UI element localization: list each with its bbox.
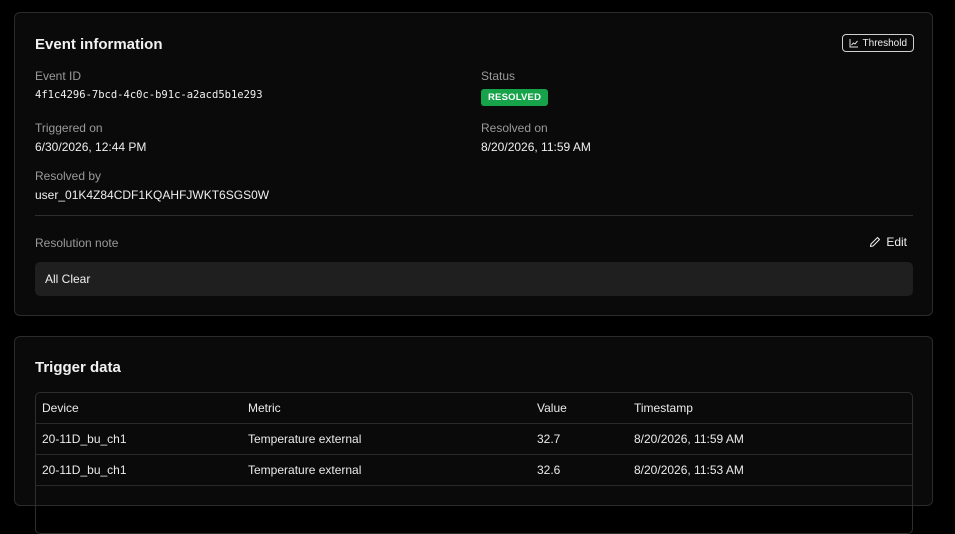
- event-id-label: Event ID: [35, 69, 82, 83]
- edit-label: Edit: [886, 235, 907, 249]
- device-cell: 20-11D_bu_ch1: [42, 463, 127, 477]
- metric-cell: Temperature external: [248, 432, 362, 446]
- chart-line-icon: [849, 39, 858, 48]
- value-cell: 32.7: [537, 432, 561, 446]
- timestamp-cell: 8/20/2026, 11:59 AM: [634, 432, 744, 446]
- resolved-by-label: Resolved by: [35, 169, 102, 183]
- divider: [35, 215, 913, 216]
- edit-button[interactable]: Edit: [869, 235, 907, 249]
- resolution-note-label: Resolution note: [35, 236, 119, 250]
- resolved-by-value: user_01K4Z84CDF1KQAHFJWKT6SGS0W: [35, 188, 270, 202]
- metric-cell: Temperature external: [248, 463, 362, 477]
- column-header-metric: Metric: [248, 401, 281, 415]
- event-information-card: Event information Threshold Event ID 4f1…: [14, 12, 933, 316]
- column-header-timestamp: Timestamp: [634, 401, 693, 415]
- triggered-on-label: Triggered on: [35, 121, 103, 135]
- value-cell: 32.6: [537, 463, 561, 477]
- threshold-button[interactable]: Threshold: [841, 34, 914, 52]
- triggered-on-value: 6/30/2026, 12:44 PM: [35, 140, 147, 154]
- threshold-label: Threshold: [862, 37, 907, 49]
- table-row[interactable]: 20-11D_bu_ch1 Temperature external 32.7 …: [36, 424, 912, 455]
- resolved-on-label: Resolved on: [481, 121, 548, 135]
- event-id-value: 4f1c4296-7bcd-4c0c-b91c-a2acd5b1e293: [35, 89, 263, 101]
- resolution-note-field[interactable]: All Clear: [35, 262, 913, 296]
- timestamp-cell: 8/20/2026, 11:53 AM: [634, 463, 744, 477]
- column-header-device: Device: [42, 401, 79, 415]
- trigger-data-card: Trigger data Device Metric Value Timesta…: [14, 336, 933, 534]
- event-information-title: Event information: [35, 36, 163, 53]
- status-badge: RESOLVED: [481, 89, 549, 106]
- table-row[interactable]: 20-11D_bu_ch1 Temperature external 32.6 …: [36, 455, 912, 486]
- column-header-value: Value: [537, 401, 567, 415]
- trigger-data-table: Device Metric Value Timestamp 20-11D_bu_…: [35, 392, 913, 534]
- resolved-on-value: 8/20/2026, 11:59 AM: [481, 140, 591, 154]
- trigger-data-title: Trigger data: [35, 359, 121, 376]
- device-cell: 20-11D_bu_ch1: [42, 432, 127, 446]
- table-header-row: Device Metric Value Timestamp: [36, 393, 912, 424]
- status-label: Status: [481, 69, 516, 83]
- pencil-icon: [870, 236, 881, 248]
